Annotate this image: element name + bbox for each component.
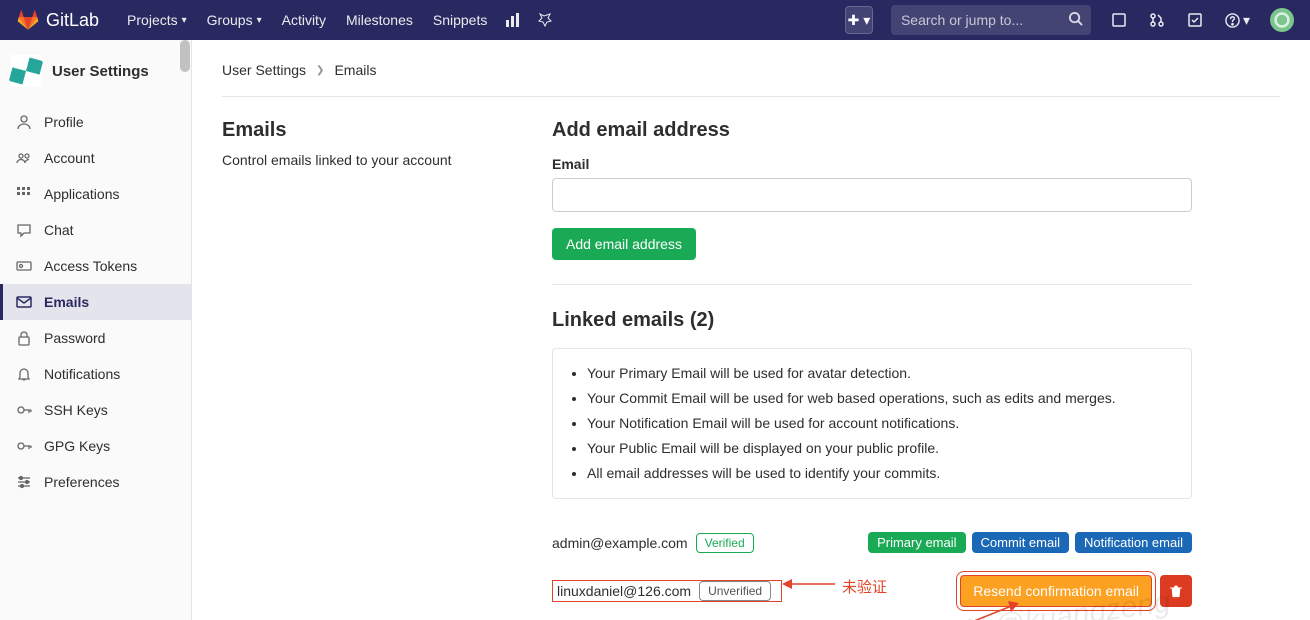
info-item: Your Public Email will be displayed on y… [587, 436, 1175, 461]
key-icon [16, 402, 32, 418]
unverified-badge: Unverified [699, 581, 771, 601]
sidebar-item-preferences[interactable]: Preferences [0, 464, 191, 500]
sidebar-item-ssh-keys[interactable]: SSH Keys [0, 392, 191, 428]
notification-email-tag: Notification email [1075, 532, 1192, 553]
merge-requests-icon[interactable] [1139, 0, 1175, 40]
top-navbar: GitLab Projects▾ Groups▾ Activity Milest… [0, 0, 1310, 40]
brand[interactable]: GitLab [8, 5, 107, 35]
verified-badge: Verified [696, 533, 754, 553]
add-email-button[interactable]: Add email address [552, 228, 696, 260]
preferences-icon [16, 474, 32, 490]
breadcrumb-parent[interactable]: User Settings [222, 62, 306, 78]
chevron-down-icon: ▾ [182, 15, 187, 26]
nav-activity[interactable]: Activity [272, 0, 336, 40]
email-address: admin@example.com [552, 535, 688, 551]
token-icon [16, 258, 32, 274]
sidebar-item-profile[interactable]: Profile [0, 104, 191, 140]
user-settings-icon [10, 55, 42, 87]
profile-icon [16, 114, 32, 130]
email-address: linuxdaniel@126.com [553, 583, 691, 599]
sidebar: User Settings Profile Account Applicatio… [0, 40, 192, 620]
primary-email-tag: Primary email [868, 532, 965, 553]
applications-icon [16, 186, 32, 202]
breadcrumb: User Settings ❯ Emails [222, 62, 1280, 97]
commit-email-tag: Commit email [972, 532, 1069, 553]
email-row-secondary: linuxdaniel@126.com Unverified Resend co… [552, 564, 1192, 618]
info-item: All email addresses will be used to iden… [587, 461, 1175, 486]
sidebar-title: User Settings [52, 63, 149, 80]
add-email-title: Add email address [552, 119, 1192, 142]
sidebar-item-access-tokens[interactable]: Access Tokens [0, 248, 191, 284]
info-item: Your Commit Email will be used for web b… [587, 386, 1175, 411]
nav-milestones[interactable]: Milestones [336, 0, 423, 40]
sidebar-item-notifications[interactable]: Notifications [0, 356, 191, 392]
info-item: Your Notification Email will be used for… [587, 411, 1175, 436]
email-label: Email [552, 156, 1192, 172]
lock-icon [16, 330, 32, 346]
brand-text: GitLab [46, 10, 99, 31]
help-icon[interactable]: ▾ [1215, 0, 1260, 40]
chevron-right-icon: ❯ [316, 65, 324, 76]
page-title: Emails [222, 119, 522, 142]
annotation-arrow [780, 574, 840, 594]
key-icon [16, 438, 32, 454]
account-icon [16, 150, 32, 166]
divider [552, 284, 1192, 285]
gitlab-logo-icon [16, 9, 40, 31]
linked-emails-title: Linked emails (2) [552, 309, 1192, 332]
chat-icon [16, 222, 32, 238]
chevron-down-icon: ▾ [257, 15, 262, 26]
breadcrumb-current: Emails [334, 62, 376, 78]
nav-links: Projects▾ Groups▾ Activity Milestones Sn… [117, 0, 561, 40]
email-icon [16, 294, 32, 310]
nav-projects[interactable]: Projects▾ [117, 0, 197, 40]
sidebar-item-account[interactable]: Account [0, 140, 191, 176]
sidebar-item-chat[interactable]: Chat [0, 212, 191, 248]
sidebar-header[interactable]: User Settings [0, 40, 191, 102]
trash-icon [1169, 584, 1183, 598]
resend-confirmation-button[interactable]: Resend confirmation email [960, 575, 1152, 607]
email-field[interactable] [552, 178, 1192, 212]
nav-snippets[interactable]: Snippets [423, 0, 497, 40]
user-avatar[interactable] [1270, 8, 1294, 32]
search-icon [1068, 11, 1083, 29]
nav-groups[interactable]: Groups▾ [197, 0, 272, 40]
nav-analytics-icon[interactable] [497, 0, 529, 40]
nav-admin-icon[interactable] [529, 0, 561, 40]
new-dropdown-button[interactable]: ✚ ▾ [845, 6, 873, 34]
delete-email-button[interactable] [1160, 575, 1192, 607]
sidebar-item-applications[interactable]: Applications [0, 176, 191, 212]
bell-icon [16, 366, 32, 382]
sidebar-item-password[interactable]: Password [0, 320, 191, 356]
todos-icon[interactable] [1177, 0, 1213, 40]
page-desc: Control emails linked to your account [222, 152, 522, 168]
sidebar-item-gpg-keys[interactable]: GPG Keys [0, 428, 191, 464]
scrollbar[interactable] [179, 40, 191, 620]
issues-icon[interactable] [1101, 0, 1137, 40]
main-content: User Settings ❯ Emails Emails Control em… [192, 40, 1310, 620]
sidebar-items: Profile Account Applications Chat Access… [0, 102, 191, 500]
sidebar-item-emails[interactable]: Emails [0, 284, 191, 320]
annotation-unverified: 未验证 [842, 576, 887, 597]
navbar-right: ✚ ▾ ▾ [845, 0, 1302, 40]
email-row-primary: admin@example.com Verified Primary email… [552, 521, 1192, 564]
info-item: Your Primary Email will be used for avat… [587, 361, 1175, 386]
info-box: Your Primary Email will be used for avat… [552, 348, 1192, 499]
search-input[interactable] [891, 5, 1091, 35]
